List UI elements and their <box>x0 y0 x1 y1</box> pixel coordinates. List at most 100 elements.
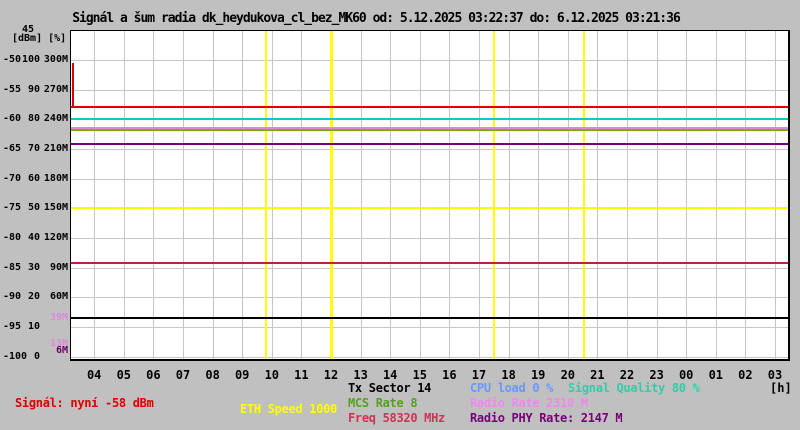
x-hour-label: 20 <box>560 368 576 382</box>
y-axis-row: -90 20 60M <box>0 291 70 303</box>
gridline-vertical <box>390 31 392 359</box>
rate-value-label: 39M <box>49 311 68 323</box>
plot-area <box>70 30 790 361</box>
gridline-vertical <box>656 31 658 359</box>
legend-eth-speed: ETH Speed 1000 <box>240 402 337 416</box>
legend-radio-rate: Radio Rate 2310 M <box>470 396 588 410</box>
radio-signal-noise-chart: Signál a šum radia dk_heydukova_cl_bez_M… <box>0 0 800 430</box>
gridline-vertical <box>508 31 510 359</box>
series-start-segment-sign-l <box>72 62 74 109</box>
gridline-horizontal <box>71 89 788 91</box>
gridline-vertical <box>183 31 184 359</box>
series-line-signal-quality <box>71 118 788 121</box>
y-tick-pct: 70 <box>27 142 40 154</box>
x-hour-label: 06 <box>146 368 161 382</box>
y-tick-rate: 60M <box>49 291 68 303</box>
gridline-vertical <box>567 31 569 359</box>
x-hour-label: 02 <box>738 368 753 382</box>
x-hour-label: 07 <box>175 368 191 382</box>
chart-title: Signál a šum radia dk_heydukova_cl_bez_M… <box>72 11 681 26</box>
gridline-vertical <box>212 31 214 359</box>
y-axis-row: -65 70 210M <box>0 143 70 155</box>
y-tick-rate: 150M <box>43 202 68 214</box>
gridline-vertical <box>745 31 747 359</box>
x-hour-label: 11 <box>294 368 309 382</box>
gridline-vertical <box>360 31 362 359</box>
y-axis-row: -80 40 120M <box>0 232 70 244</box>
x-hour-label: 05 <box>116 368 132 382</box>
y-axis-row: -85 30 90M <box>0 262 70 274</box>
legend-signal-quality: Signal Quality 80 % <box>568 381 700 395</box>
x-hour-label: 18 <box>501 368 516 382</box>
event-marker-line <box>492 31 495 359</box>
y-axis-row: -75 50 150M <box>0 202 70 214</box>
series-line-yellow-line <box>71 207 788 210</box>
gridline-vertical <box>242 31 244 359</box>
y-tick-pct: 90 <box>27 83 40 95</box>
gridline-horizontal <box>71 178 788 180</box>
x-hour-label: 01 <box>708 368 724 382</box>
gridline-horizontal <box>71 326 788 328</box>
legend-cpu-load: CPU load 0 % <box>470 381 554 395</box>
event-marker-line <box>583 31 586 359</box>
series-line--um <box>71 316 788 319</box>
y-tick-pct: 100 <box>21 54 40 65</box>
gridline-vertical <box>538 31 540 359</box>
x-hour-label: 15 <box>412 368 428 382</box>
x-hour-label: 17 <box>471 368 487 382</box>
gridline-vertical <box>597 31 599 359</box>
gridline-vertical <box>153 31 155 359</box>
y-tick-pct: 60 <box>27 172 40 184</box>
gridline-horizontal <box>71 356 788 358</box>
y-tick-rate: 120M <box>43 231 68 243</box>
x-hour-label: 22 <box>619 368 635 382</box>
x-hour-label: 19 <box>530 368 546 382</box>
x-hour-label: 10 <box>264 368 280 382</box>
gridline-vertical <box>123 31 125 359</box>
y-tick-pct: 0 <box>33 350 40 362</box>
series-line-crimson-line <box>71 261 788 264</box>
y-tick-pct: 10 <box>27 320 40 332</box>
gridline-horizontal <box>71 297 788 299</box>
x-hour-label: 09 <box>234 368 250 382</box>
legend-radio-phy-rate: Radio PHY Rate: 2147 M <box>470 411 623 425</box>
series-line-sign-l <box>71 106 788 109</box>
y-tick-rate: 300M <box>43 54 68 65</box>
y-tick-pct: 20 <box>27 291 40 303</box>
gridline-vertical <box>271 31 273 359</box>
x-hour-label: 23 <box>649 368 664 382</box>
y-tick-rate: 90M <box>49 261 68 273</box>
y-axis-units-label: [dBm] [%] <box>12 33 67 44</box>
event-marker-line <box>329 31 333 359</box>
y-tick-rate: 270M <box>43 83 68 95</box>
y-axis-row: -55 90 270M <box>0 84 70 96</box>
legend-mcs-rate: MCS Rate 8 <box>348 396 418 410</box>
x-hour-label: 00 <box>678 368 694 382</box>
legend-signal-current-value: Signál: nyní -58 dBm <box>15 396 154 410</box>
y-tick-rate: 240M <box>43 113 68 125</box>
gridline-vertical <box>94 31 96 359</box>
y-tick-pct: 50 <box>27 202 40 214</box>
gridline-horizontal <box>71 60 788 61</box>
legend-tx-sector: Tx Sector 14 <box>348 381 432 395</box>
series-line-olive-line <box>71 129 788 132</box>
x-axis-unit-label: [h] <box>770 381 792 395</box>
rate-value-label: 6M <box>55 344 68 356</box>
x-hour-label: 13 <box>353 368 368 382</box>
gridline-vertical <box>775 31 776 359</box>
series-line-radio-phy-rate <box>71 143 788 146</box>
y-tick-rate: 210M <box>43 142 68 154</box>
y-tick-pct: 80 <box>27 113 40 125</box>
gridline-horizontal <box>71 237 788 239</box>
y-axis-row: -50 100 300M <box>0 54 70 66</box>
x-hour-label: 08 <box>205 368 220 382</box>
x-hour-label: 21 <box>590 368 605 382</box>
x-hour-label: 14 <box>382 368 398 382</box>
event-marker-line <box>264 31 267 359</box>
gridline-vertical <box>686 31 688 359</box>
x-hour-label: 03 <box>767 368 783 382</box>
gridline-vertical <box>627 31 628 359</box>
gridline-horizontal <box>71 148 788 150</box>
gridline-vertical <box>715 31 717 359</box>
gridline-vertical <box>301 31 303 359</box>
